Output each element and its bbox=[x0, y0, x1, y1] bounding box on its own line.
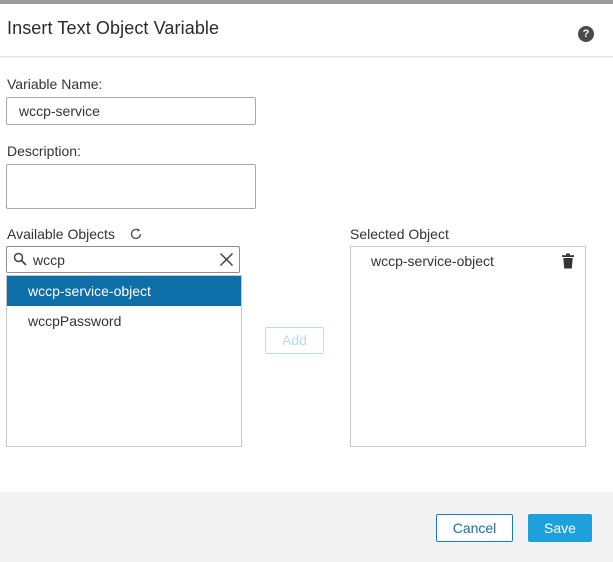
selected-item-label: wccp-service-object bbox=[371, 253, 494, 269]
add-button[interactable]: Add bbox=[265, 327, 324, 354]
available-objects-search bbox=[6, 246, 240, 273]
list-item-wccppassword[interactable]: wccpPassword bbox=[7, 306, 241, 336]
dialog-header: Insert Text Object Variable ? bbox=[0, 4, 613, 57]
trash-icon[interactable] bbox=[561, 253, 575, 269]
close-icon[interactable] bbox=[219, 252, 234, 267]
available-objects-list: wccp-service-object wccpPassword bbox=[6, 275, 242, 447]
selected-object-list: wccp-service-object bbox=[350, 246, 586, 447]
dialog-footer: Cancel Save bbox=[0, 492, 613, 562]
list-item-wccp-service-object[interactable]: wccp-service-object bbox=[7, 276, 241, 306]
refresh-icon[interactable] bbox=[129, 227, 143, 241]
variable-name-input[interactable] bbox=[6, 97, 256, 125]
search-icon bbox=[13, 252, 27, 266]
help-icon[interactable]: ? bbox=[578, 26, 594, 42]
search-input[interactable] bbox=[33, 249, 213, 270]
description-textarea[interactable] bbox=[6, 164, 256, 209]
dialog-title: Insert Text Object Variable bbox=[7, 18, 220, 38]
save-button[interactable]: Save bbox=[528, 514, 592, 542]
insert-text-object-variable-dialog: Insert Text Object Variable ? Variable N… bbox=[0, 0, 613, 562]
description-label: Description: bbox=[7, 143, 81, 159]
available-objects-label: Available Objects bbox=[7, 226, 115, 242]
variable-name-label: Variable Name: bbox=[7, 76, 103, 92]
selected-object-label: Selected Object bbox=[350, 226, 449, 242]
cancel-button[interactable]: Cancel bbox=[436, 514, 513, 542]
